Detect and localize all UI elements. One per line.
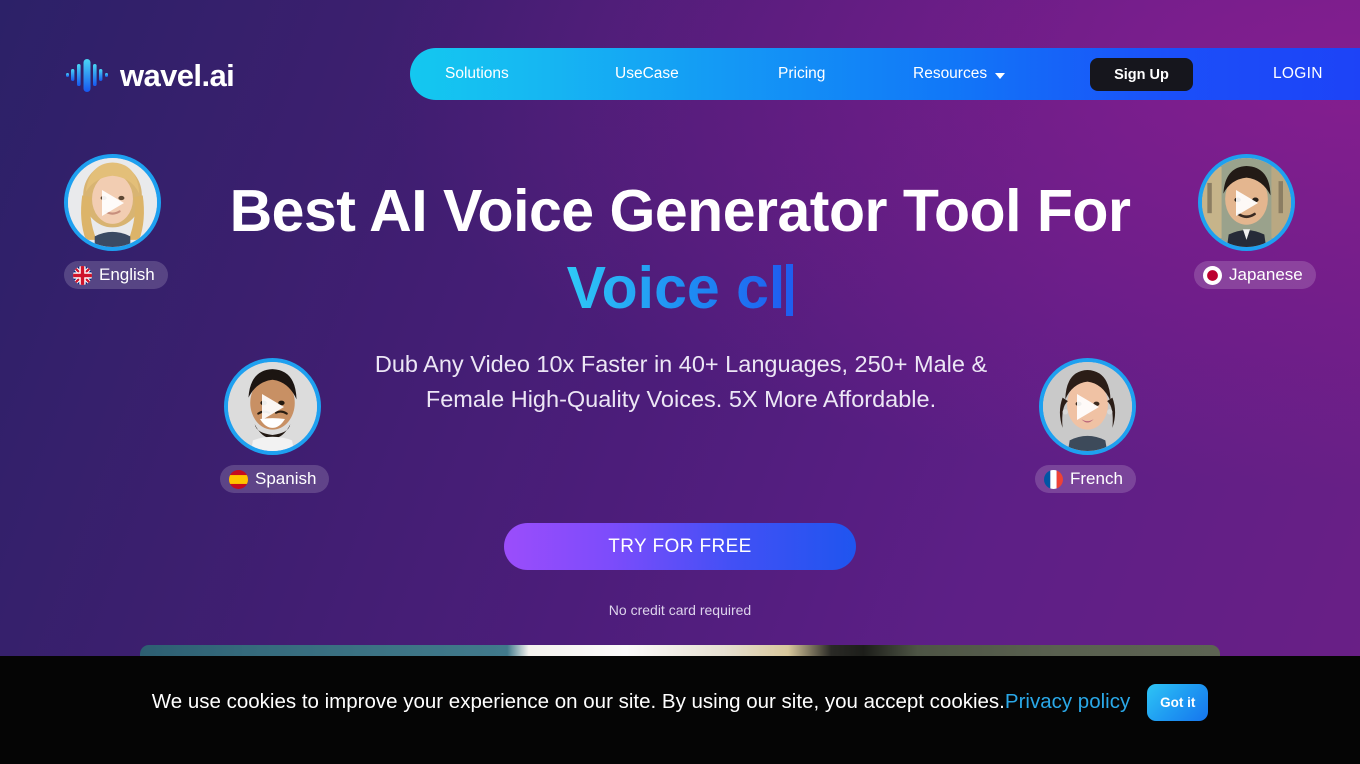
- site-header: wavel.ai Solutions UseCase Pricing Resou…: [0, 0, 1360, 125]
- cookie-message: We use cookies to improve your experienc…: [151, 690, 1005, 713]
- language-label: Spanish: [255, 469, 317, 488]
- nav-item-resources[interactable]: Resources: [913, 65, 1006, 83]
- avatar-card-spanish[interactable]: Spanish: [220, 358, 330, 493]
- cta-note: No credit card required: [608, 602, 752, 618]
- login-link[interactable]: LOGIN: [1273, 65, 1323, 83]
- nav-item-usecase[interactable]: UseCase: [615, 65, 679, 83]
- waveform-icon: [66, 57, 109, 93]
- accept-cookies-button[interactable]: Got it: [1147, 683, 1209, 721]
- language-pill-english[interactable]: English: [64, 261, 168, 289]
- play-icon[interactable]: [261, 393, 284, 420]
- avatar-card-japanese[interactable]: Japanese: [1194, 154, 1316, 289]
- sign-up-button[interactable]: Sign Up: [1090, 58, 1193, 91]
- hero-subtitle: Dub Any Video 10x Faster in 40+ Language…: [374, 351, 988, 412]
- avatar-card-french[interactable]: French: [1035, 358, 1136, 493]
- language-pill-spanish[interactable]: Spanish: [220, 465, 330, 493]
- language-label: French: [1070, 469, 1123, 488]
- play-icon[interactable]: [101, 189, 124, 216]
- page-title: Best AI Voice Generator Tool For: [229, 178, 1131, 244]
- main-navigation: Solutions UseCase Pricing Resources Sign…: [410, 48, 1360, 100]
- cookie-consent-banner: We use cookies to improve your experienc…: [0, 656, 1360, 764]
- privacy-policy-link[interactable]: Privacy policy: [1005, 690, 1130, 714]
- nav-item-pricing[interactable]: Pricing: [778, 65, 825, 83]
- flag-spain-icon: [229, 469, 248, 489]
- nav-item-solutions[interactable]: Solutions: [445, 65, 509, 83]
- landing-page: wavel.ai Solutions UseCase Pricing Resou…: [0, 0, 1360, 764]
- avatar[interactable]: [1198, 154, 1295, 251]
- flag-japan-icon: [1203, 265, 1222, 285]
- avatar[interactable]: [1039, 358, 1136, 455]
- brand-logo[interactable]: wavel.ai: [66, 57, 235, 93]
- language-label: Japanese: [1229, 265, 1303, 284]
- language-pill-japanese[interactable]: Japanese: [1194, 261, 1316, 289]
- typed-headline-text: Voice cl: [566, 255, 786, 321]
- avatar[interactable]: [224, 358, 321, 455]
- nav-item-resources-label: Resources: [913, 65, 988, 82]
- typing-cursor: [786, 264, 794, 316]
- avatar-card-english[interactable]: English: [64, 154, 168, 289]
- play-icon[interactable]: [1235, 189, 1258, 216]
- language-label: English: [99, 265, 155, 284]
- avatar[interactable]: [64, 154, 161, 251]
- flag-uk-icon: [73, 265, 92, 285]
- language-pill-french[interactable]: French: [1035, 465, 1136, 493]
- flag-france-icon: [1044, 469, 1063, 489]
- play-icon[interactable]: [1076, 393, 1099, 420]
- try-for-free-button[interactable]: TRY FOR FREE: [504, 523, 856, 570]
- brand-name: wavel.ai: [120, 57, 235, 93]
- chevron-down-icon: [995, 72, 1006, 79]
- typed-headline: Voice cl: [0, 255, 1360, 321]
